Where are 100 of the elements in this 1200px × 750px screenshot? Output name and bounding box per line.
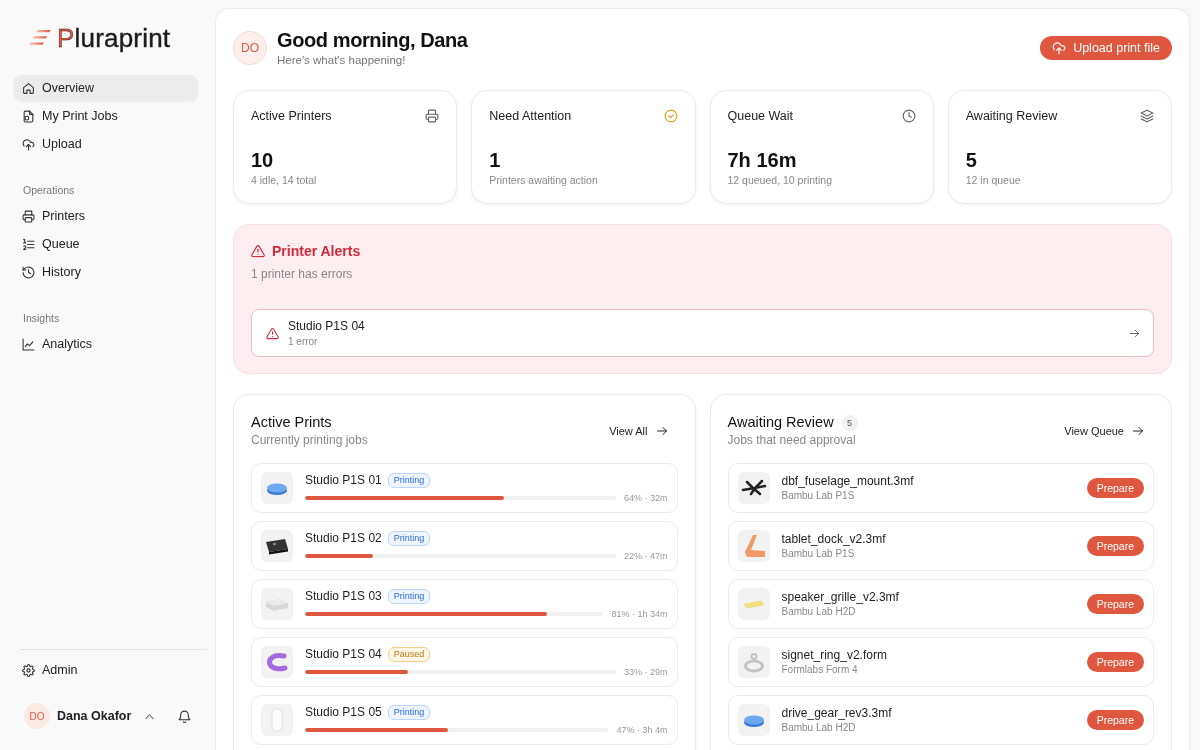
nav-item[interactable]: Admin xyxy=(14,657,198,683)
prepare-button[interactable]: Prepare xyxy=(1086,536,1144,556)
status-badge: Paused xyxy=(387,647,431,662)
history-icon xyxy=(22,265,35,279)
warning-icon xyxy=(251,244,265,258)
stat-value: 7h 16m xyxy=(727,148,798,172)
stat-label: Awaiting Review xyxy=(965,109,1058,123)
progress-reading: 33% · 29m xyxy=(623,666,668,677)
printer-name: Studio P1S 05 xyxy=(305,705,382,720)
nav-item[interactable]: Analytics xyxy=(14,331,198,357)
review-job-row[interactable]: tablet_dock_v2.3mf Bambu Lab P1S Prepare xyxy=(727,521,1154,571)
nav-item[interactable]: Queue xyxy=(14,231,198,257)
alerts-summary: 1 printer has errors xyxy=(251,267,354,281)
brand-name: Pluraprint xyxy=(57,24,171,52)
status-badge: Printing xyxy=(387,531,431,546)
status-badge: Printing xyxy=(387,589,431,604)
progress-reading: 47% · 3h 4m xyxy=(616,724,668,735)
arrow-right-icon xyxy=(655,425,668,437)
cloud-upload-icon xyxy=(22,137,35,151)
status-badge: Printing xyxy=(387,705,431,720)
review-job-row[interactable]: speaker_grille_v2.3mf Bambu Lab H2D Prepare xyxy=(727,579,1154,629)
arrow-right-icon xyxy=(1132,425,1144,437)
printer-icon xyxy=(425,109,440,123)
review-job-row[interactable]: drive_gear_rev3.3mf Bambu Lab H2D Prepare xyxy=(727,695,1154,745)
printer-model: Bambu Lab H2D xyxy=(781,722,857,734)
plate-model-icon xyxy=(737,588,770,620)
stat-detail: 4 idle, 14 total xyxy=(251,174,318,187)
progress-reading: 22% · 47m xyxy=(623,550,668,561)
view-all-link[interactable]: View All xyxy=(599,421,678,441)
file-name: dbf_fuselage_mount.3mf xyxy=(781,474,915,489)
prepare-button[interactable]: Prepare xyxy=(1086,478,1144,498)
layers-icon xyxy=(1140,109,1154,123)
progress-reading: 64% · 32m xyxy=(623,492,668,503)
stat-value: 10 xyxy=(251,148,275,172)
print-job-row[interactable]: Studio P1S 02 Printing 22% · 47m xyxy=(251,521,678,571)
print-job-row[interactable]: Studio P1S 05 Printing 47% · 3h 4m xyxy=(251,695,678,745)
stat-label: Active Printers xyxy=(251,109,332,123)
cloud-upload-icon xyxy=(1052,41,1067,55)
list-ordered-icon xyxy=(22,237,35,251)
section-heading: Insights xyxy=(22,312,61,325)
file-icon xyxy=(22,109,35,123)
prepare-button[interactable]: Prepare xyxy=(1086,710,1144,730)
printer-icon xyxy=(22,209,35,223)
block-model-icon xyxy=(261,530,293,562)
cylinder-model-icon xyxy=(261,704,293,736)
check-circle-icon xyxy=(663,109,678,123)
printer-name: Studio P1S 02 xyxy=(305,531,382,546)
printer-model: Bambu Lab P1S xyxy=(781,490,856,502)
file-name: drive_gear_rev3.3mf xyxy=(781,706,893,721)
ring-model-icon xyxy=(737,646,770,678)
settings-icon xyxy=(22,663,35,677)
disc-model-icon xyxy=(737,704,770,736)
warning-icon xyxy=(266,326,279,340)
panel-title: Active Prints xyxy=(251,414,333,431)
logo-icon xyxy=(29,30,51,46)
nav-item[interactable]: Upload xyxy=(14,131,198,157)
nav-item[interactable]: My Print Jobs xyxy=(14,103,198,129)
chart-line-icon xyxy=(22,337,35,351)
user-name: Dana Okafor xyxy=(57,709,132,723)
stat-label: Queue Wait xyxy=(727,109,794,123)
greeting-title: Good morning, Dana xyxy=(277,29,468,52)
arrow-right-icon[interactable] xyxy=(1129,327,1140,339)
print-job-row[interactable]: Studio P1S 01 Printing 64% · 32m xyxy=(251,463,678,513)
disc-model-icon xyxy=(261,472,293,504)
status-badge: Printing xyxy=(387,473,431,488)
stat-detail: 12 queued, 10 printing xyxy=(727,174,833,187)
nav-item[interactable]: Printers xyxy=(14,203,198,229)
alert-item[interactable]: Studio P1S 04 1 error xyxy=(251,309,1154,357)
stat-detail: Printers awaiting action xyxy=(489,174,599,187)
printer-name: Studio P1S 04 xyxy=(305,647,382,662)
tray-model-icon xyxy=(261,588,293,620)
alerts-title: Printer Alerts xyxy=(272,243,361,259)
cross-model-icon xyxy=(737,472,770,504)
progress-reading: 81% · 1h 34m xyxy=(611,608,668,619)
print-job-row[interactable]: Studio P1S 03 Printing 81% · 1h 34m xyxy=(251,579,678,629)
printer-model: Bambu Lab H2D xyxy=(781,606,857,618)
printer-name: Studio P1S 03 xyxy=(305,589,382,604)
print-job-row[interactable]: Studio P1S 04 Paused 33% · 29m xyxy=(251,637,678,687)
nav-item[interactable]: Overview xyxy=(14,75,198,101)
wedge-model-icon xyxy=(737,530,770,562)
printer-name: Studio P1S 04 xyxy=(288,318,366,334)
user-avatar: DO xyxy=(233,31,267,65)
panel-title: Awaiting Review xyxy=(727,414,834,431)
printer-model: Bambu Lab P1S xyxy=(781,548,856,560)
upload-button[interactable]: Upload print file xyxy=(1040,36,1172,60)
prepare-button[interactable]: Prepare xyxy=(1086,594,1144,614)
file-name: speaker_grille_v2.3mf xyxy=(781,590,900,605)
review-job-row[interactable]: dbf_fuselage_mount.3mf Bambu Lab P1S Prepare xyxy=(727,463,1154,513)
clock-icon xyxy=(901,109,916,123)
nav-item[interactable]: History xyxy=(14,259,198,285)
prepare-button[interactable]: Prepare xyxy=(1086,652,1144,672)
review-job-row[interactable]: signet_ring_v2.form Formlabs Form 4 Prepare xyxy=(727,637,1154,687)
view-queue-link[interactable]: View Queue xyxy=(1054,421,1154,441)
file-name: tablet_dock_v2.3mf xyxy=(781,532,887,547)
bell-icon[interactable] xyxy=(178,709,191,723)
error-count: 1 error xyxy=(288,335,319,348)
stat-label: Need Attention xyxy=(489,109,572,123)
section-heading: Operations xyxy=(22,184,76,197)
panel-subtitle: Currently printing jobs xyxy=(251,433,368,448)
file-name: signet_ring_v2.form xyxy=(781,648,888,663)
